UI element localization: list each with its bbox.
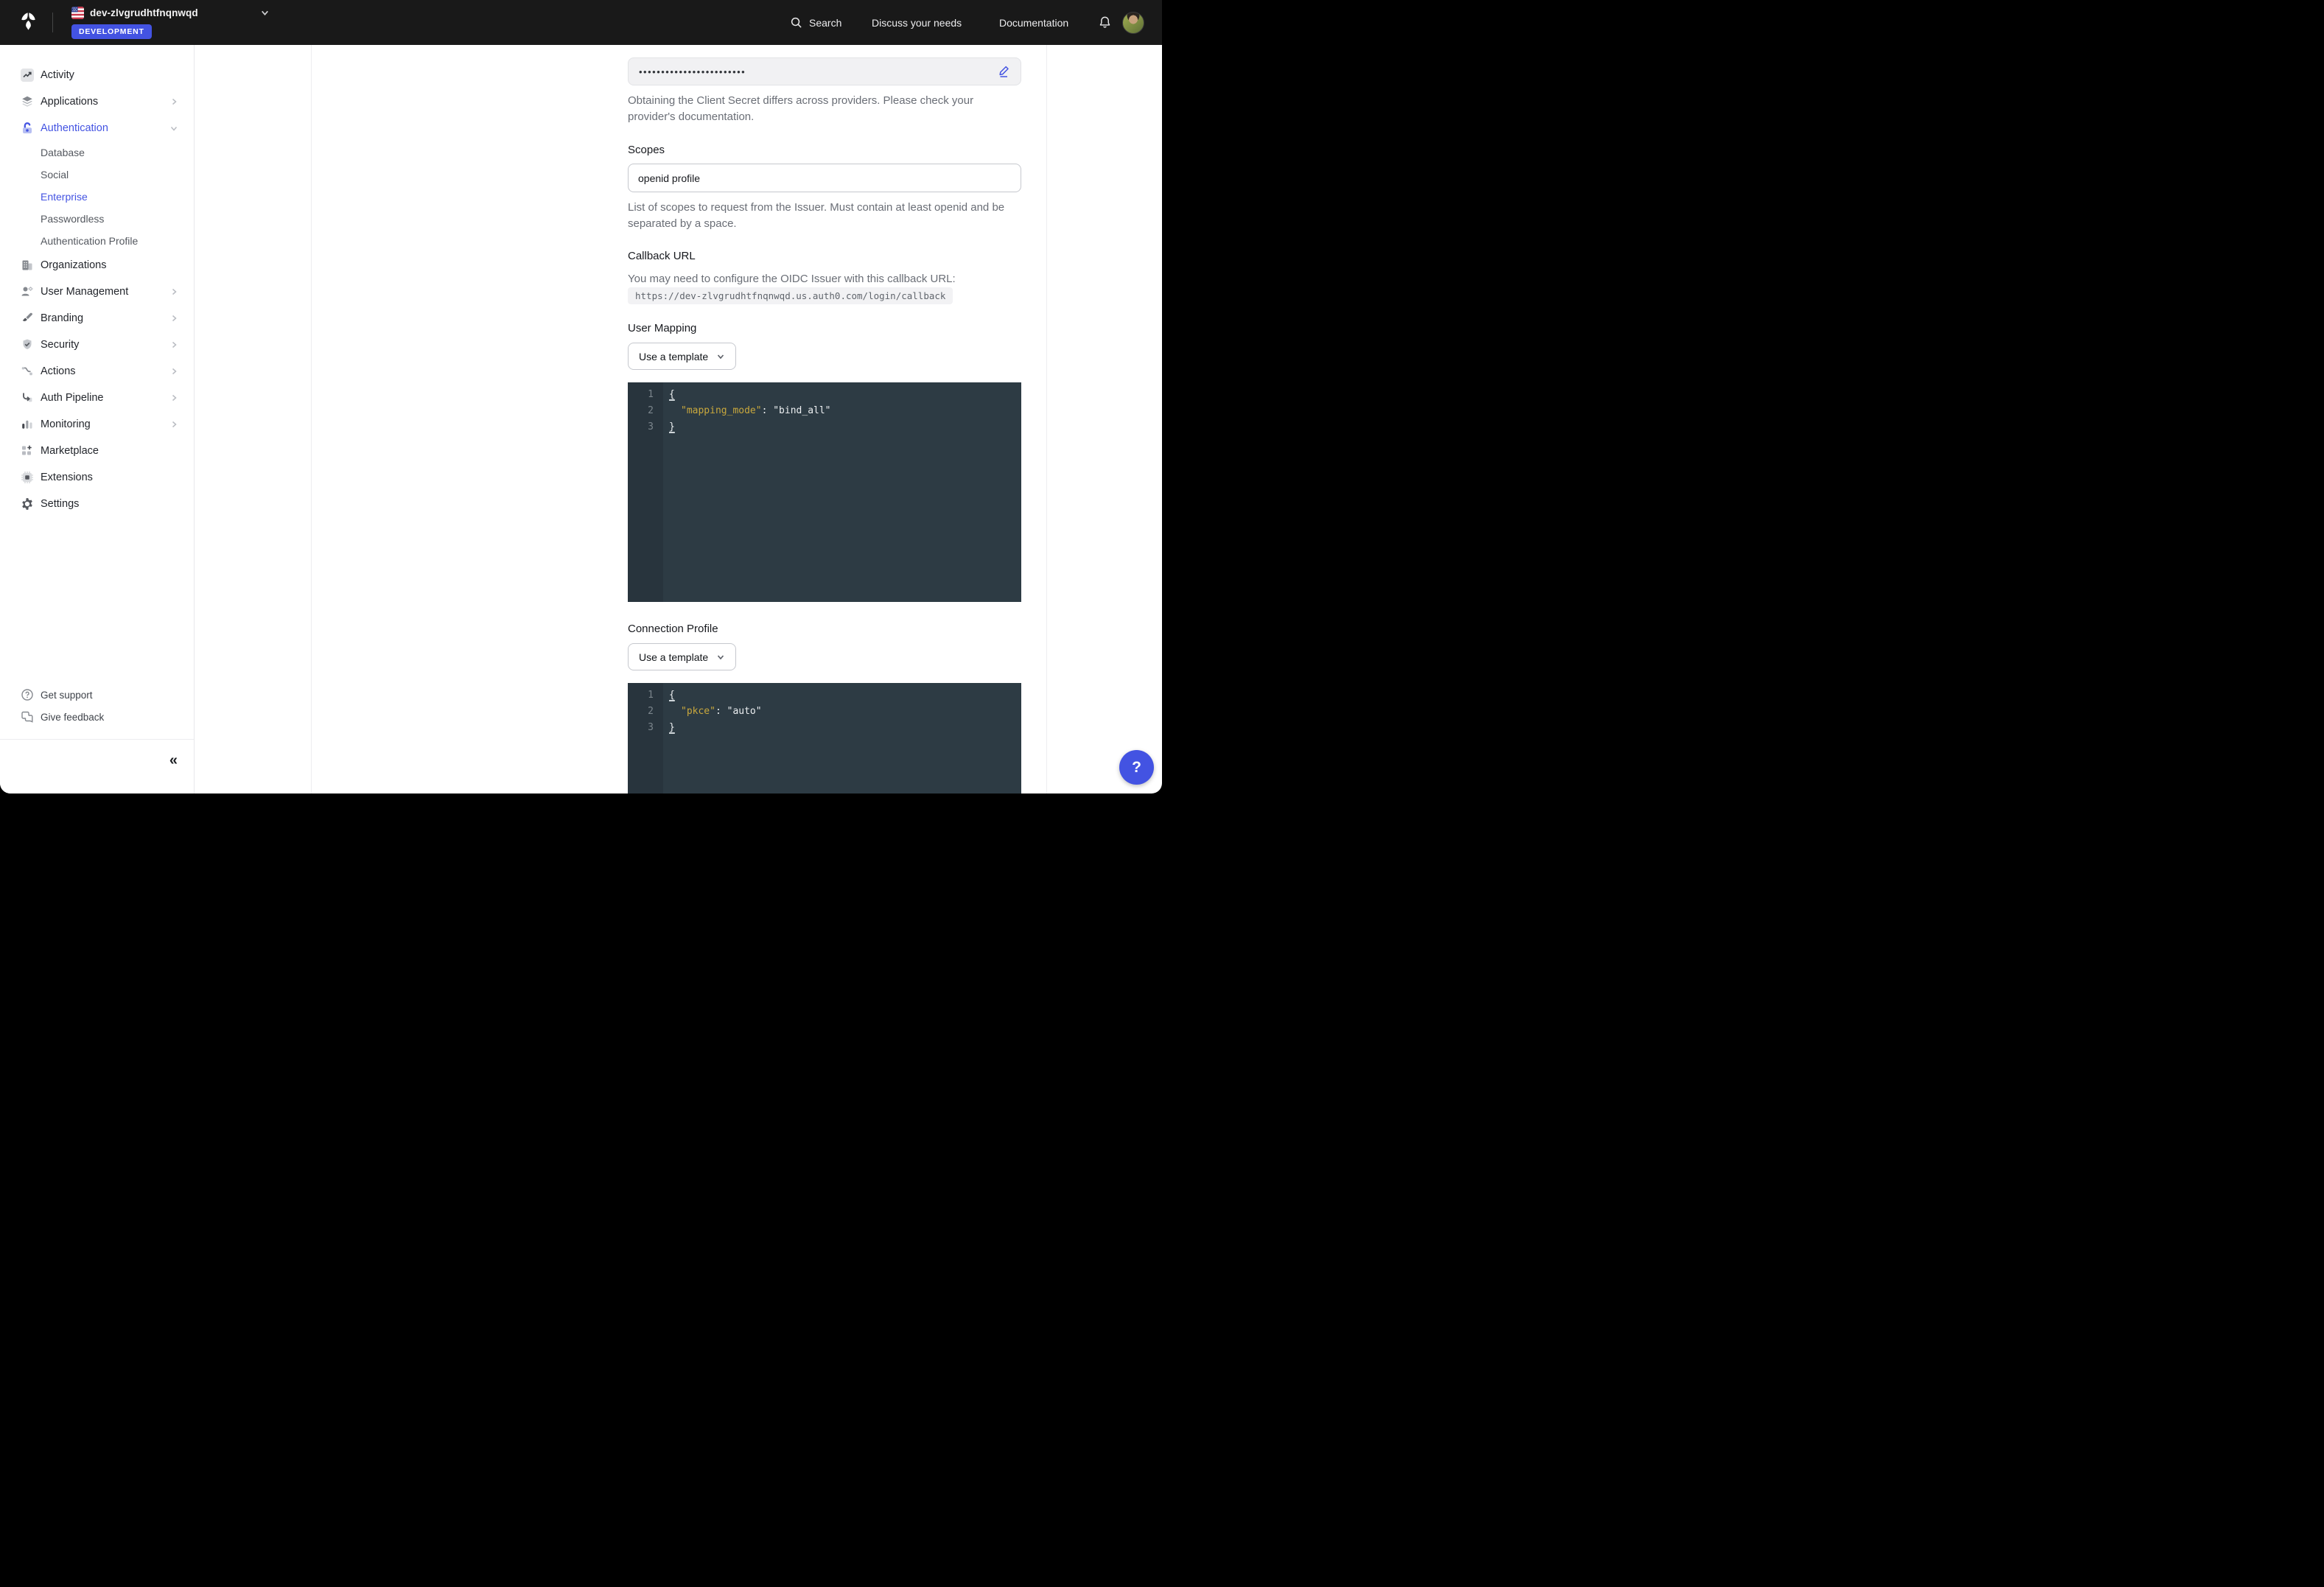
callback-url-label: Callback URL	[628, 250, 696, 262]
chevron-right-icon	[169, 340, 178, 349]
sidebar-subitem-authentication-profile[interactable]: Authentication Profile	[0, 230, 195, 252]
chevron-right-icon	[169, 314, 178, 323]
get-support-link[interactable]: Get support	[0, 684, 195, 706]
content-right-divider	[1046, 45, 1047, 794]
discuss-your-needs-link[interactable]: Discuss your needs	[872, 0, 962, 45]
connection-profile-label: Connection Profile	[628, 623, 718, 635]
us-flag-icon	[71, 7, 84, 19]
user-avatar[interactable]	[1122, 12, 1144, 34]
chevron-down-icon	[169, 124, 178, 133]
sidebar-item-branding[interactable]: Branding	[0, 305, 195, 332]
sidebar-subitem-database[interactable]: Database	[0, 141, 195, 164]
environment-badge: DEVELOPMENT	[71, 24, 152, 39]
code-content: { "pkce": "auto" }	[663, 683, 762, 794]
connection-profile-code-editor[interactable]: 1 2 3 { "pkce": "auto" }	[628, 683, 1021, 794]
sidebar-item-auth-pipeline[interactable]: Auth Pipeline	[0, 385, 195, 411]
bar-chart-icon	[21, 418, 34, 431]
sidebar-footer-divider	[0, 739, 194, 740]
chevron-down-icon	[716, 352, 725, 361]
activity-icon	[21, 69, 34, 82]
client-secret-help: Obtaining the Client Secret differs acro…	[628, 93, 1021, 125]
topbar-divider	[52, 13, 53, 32]
user-gear-icon	[21, 285, 34, 298]
collapse-sidebar-button[interactable]: «	[169, 753, 178, 768]
callback-url-value: https://dev-zlvgrudhtfnqnwqd.us.auth0.co…	[628, 287, 953, 304]
line-number-gutter: 1 2 3	[628, 382, 663, 602]
help-button[interactable]: ?	[1119, 750, 1154, 785]
chevron-right-icon	[169, 97, 178, 106]
building-icon	[21, 259, 34, 272]
sidebar-item-organizations[interactable]: Organizations	[0, 252, 195, 278]
user-mapping-code-editor[interactable]: 1 2 3 { "mapping_mode": "bind_all" }	[628, 382, 1021, 602]
gear-icon	[21, 497, 34, 511]
sidebar-subitem-social[interactable]: Social	[0, 164, 195, 186]
chevron-right-icon	[169, 287, 178, 296]
callback-url-help: You may need to configure the OIDC Issue…	[628, 271, 1021, 287]
auth0-logo[interactable]	[20, 12, 37, 35]
sidebar-item-monitoring[interactable]: Monitoring	[0, 411, 195, 438]
scopes-label: Scopes	[628, 144, 665, 156]
tenant-name: dev-zlvgrudhtfnqnwqd	[90, 7, 198, 18]
auth0-dashboard-page: Client Secret Obtaining the Client Secre…	[0, 0, 1162, 794]
tenant-switcher[interactable]: dev-zlvgrudhtfnqnwqd	[71, 7, 270, 19]
edit-client-secret-button[interactable]	[995, 63, 1012, 80]
search-icon	[790, 16, 802, 29]
sidebar-subitem-passwordless[interactable]: Passwordless	[0, 208, 195, 230]
scopes-help: List of scopes to request from the Issue…	[628, 200, 1021, 231]
client-secret-input[interactable]	[637, 66, 995, 78]
documentation-link[interactable]: Documentation	[999, 0, 1068, 45]
chevron-right-icon	[169, 367, 178, 376]
lock-icon	[21, 122, 34, 135]
content-left-divider	[311, 45, 312, 794]
sidebar-item-user-management[interactable]: User Management	[0, 278, 195, 305]
sidebar-item-actions[interactable]: Actions	[0, 358, 195, 385]
bell-icon	[1098, 15, 1112, 29]
line-number-gutter: 1 2 3	[628, 683, 663, 794]
sidebar-item-applications[interactable]: Applications	[0, 88, 195, 115]
give-feedback-link[interactable]: Give feedback	[0, 706, 195, 728]
flow-icon	[21, 365, 34, 378]
scopes-input[interactable]	[628, 164, 1021, 192]
blocks-plus-icon	[21, 444, 34, 458]
sidebar-item-marketplace[interactable]: Marketplace	[0, 438, 195, 464]
chevron-right-icon	[169, 420, 178, 429]
sidebar-item-activity[interactable]: Activity	[0, 62, 195, 88]
sidebar-item-authentication[interactable]: Authentication	[0, 115, 195, 141]
user-mapping-label: User Mapping	[628, 322, 696, 334]
pencil-icon	[997, 65, 1010, 78]
chip-icon	[21, 471, 34, 484]
topbar: dev-zlvgrudhtfnqnwqd DEVELOPMENT Search …	[0, 0, 1162, 45]
shield-check-icon	[21, 338, 34, 351]
chevron-down-icon	[716, 653, 725, 662]
help-circle-icon	[21, 688, 34, 701]
connection-profile-template-button[interactable]: Use a template	[628, 643, 736, 670]
user-mapping-template-button[interactable]: Use a template	[628, 343, 736, 370]
sidebar-item-extensions[interactable]: Extensions	[0, 464, 195, 491]
sidebar-item-security[interactable]: Security	[0, 332, 195, 358]
sidebar-subitem-enterprise[interactable]: Enterprise	[0, 186, 195, 208]
code-content: { "mapping_mode": "bind_all" }	[663, 382, 831, 602]
paintbrush-icon	[21, 312, 34, 325]
sidebar: Activity Applications Authentication Dat…	[0, 45, 195, 794]
sidebar-item-settings[interactable]: Settings	[0, 491, 195, 517]
chevron-right-icon	[169, 393, 178, 402]
pipeline-arrow-icon	[21, 391, 34, 404]
search-button[interactable]: Search	[790, 0, 841, 45]
feedback-bubbles-icon	[21, 710, 34, 724]
chevron-down-icon	[260, 8, 270, 18]
layers-icon	[21, 95, 34, 108]
client-secret-field[interactable]	[628, 57, 1021, 85]
notifications-button[interactable]	[1098, 0, 1112, 45]
